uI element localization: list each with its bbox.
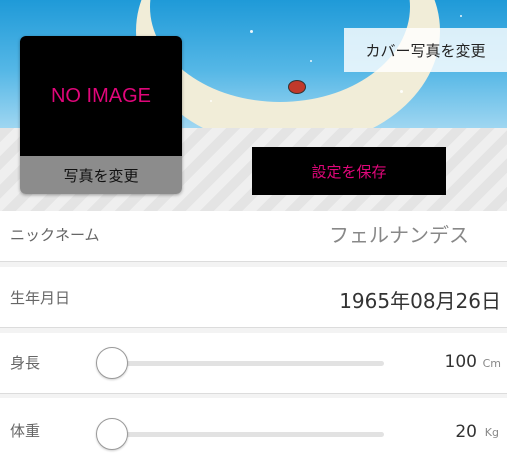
change-cover-button[interactable]: カバー写真を変更: [344, 28, 507, 72]
profile-image: NO IMAGE: [20, 36, 182, 156]
weight-slider-thumb[interactable]: [96, 418, 128, 450]
weight-value: 20: [455, 422, 477, 442]
no-image-text: NO IMAGE: [50, 84, 151, 107]
height-label: 身長: [10, 354, 41, 372]
height-value: 100: [444, 352, 477, 372]
birthday-label: 生年月日: [10, 289, 71, 307]
weight-row: 体重 20 Kg: [0, 398, 507, 463]
sparkle: [400, 90, 403, 93]
change-photo-button[interactable]: 写真を変更: [20, 156, 182, 194]
weight-label: 体重: [10, 422, 41, 440]
height-slider-thumb[interactable]: [96, 347, 128, 379]
sparkle: [210, 100, 212, 102]
birthday-field[interactable]: 1965年08月26日: [339, 285, 501, 314]
ladybug-image: [288, 80, 306, 94]
height-unit: Cm: [482, 357, 501, 370]
nickname-field[interactable]: フェルナンデス: [329, 219, 469, 248]
save-settings-button[interactable]: 設定を保存: [252, 147, 446, 195]
height-slider-track[interactable]: [112, 361, 384, 366]
nickname-label: ニックネーム: [10, 226, 100, 244]
sparkle: [460, 15, 462, 17]
birthday-row[interactable]: 生年月日 1965年08月26日: [0, 267, 507, 328]
sparkle: [310, 60, 312, 62]
nickname-row[interactable]: ニックネーム フェルナンデス: [0, 211, 507, 262]
height-row: 身長 100 Cm: [0, 333, 507, 394]
sparkle: [250, 30, 253, 33]
profile-photo: NO IMAGE 写真を変更: [20, 36, 182, 194]
weight-slider-track[interactable]: [112, 432, 384, 437]
weight-unit: Kg: [484, 426, 499, 439]
